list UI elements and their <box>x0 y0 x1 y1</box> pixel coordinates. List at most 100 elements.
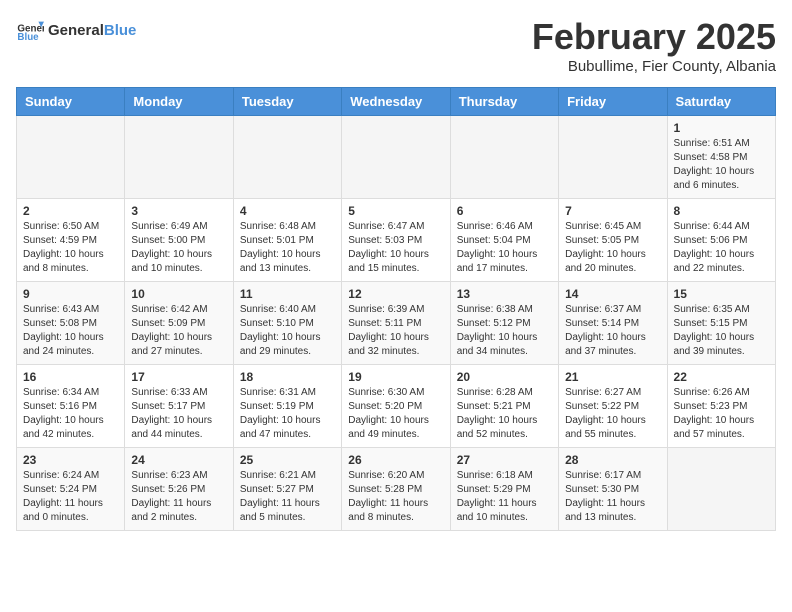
day-info: Sunrise: 6:17 AM Sunset: 5:30 PM Dayligh… <box>565 469 660 525</box>
day-number: 13 <box>457 287 552 301</box>
day-number: 9 <box>23 287 118 301</box>
calendar-cell: 2 Sunrise: 6:50 AM Sunset: 4:59 PM Daylig… <box>17 199 125 282</box>
day-number: 18 <box>240 370 335 384</box>
location-title: Bubullime, Fier County, Albania <box>532 58 776 75</box>
day-info: Sunrise: 6:30 AM Sunset: 5:20 PM Dayligh… <box>348 386 443 442</box>
day-number: 24 <box>131 453 226 467</box>
weekday-header-friday: Friday <box>559 88 667 116</box>
day-number: 6 <box>457 204 552 218</box>
day-info: Sunrise: 6:21 AM Sunset: 5:27 PM Dayligh… <box>240 469 335 525</box>
day-info: Sunrise: 6:35 AM Sunset: 5:15 PM Dayligh… <box>674 303 769 359</box>
day-info: Sunrise: 6:40 AM Sunset: 5:10 PM Dayligh… <box>240 303 335 359</box>
month-title: February 2025 <box>532 16 776 58</box>
calendar-cell: 10Sunrise: 6:42 AM Sunset: 5:09 PM Dayli… <box>125 282 233 365</box>
logo: General Blue General Blue <box>16 16 136 44</box>
weekday-header-thursday: Thursday <box>450 88 558 116</box>
calendar-cell: 27 Sunrise: 6:18 AM Sunset: 5:29 PM Dayli… <box>450 448 558 531</box>
day-number: 11 <box>240 287 335 301</box>
day-info: Sunrise: 6:18 AM Sunset: 5:29 PM Dayligh… <box>457 469 552 525</box>
calendar-cell <box>125 116 233 199</box>
day-number: 14 <box>565 287 660 301</box>
day-info: Sunrise: 6:48 AM Sunset: 5:01 PM Dayligh… <box>240 220 335 276</box>
day-info: Sunrise: 6:31 AM Sunset: 5:19 PM Dayligh… <box>240 386 335 442</box>
weekday-header-monday: Monday <box>125 88 233 116</box>
week-row-5: 23 Sunrise: 6:24 AM Sunset: 5:24 PM Dayli… <box>17 448 776 531</box>
day-info: Sunrise: 6:50 AM Sunset: 4:59 PM Dayligh… <box>23 220 118 276</box>
day-info: Sunrise: 6:37 AM Sunset: 5:14 PM Dayligh… <box>565 303 660 359</box>
calendar-cell: 19 Sunrise: 6:30 AM Sunset: 5:20 PM Dayli… <box>342 365 450 448</box>
calendar-cell: 21 Sunrise: 6:27 AM Sunset: 5:22 PM Dayli… <box>559 365 667 448</box>
calendar-cell: 8Sunrise: 6:44 AM Sunset: 5:06 PM Daylig… <box>667 199 775 282</box>
calendar-cell: 11 Sunrise: 6:40 AM Sunset: 5:10 PM Dayli… <box>233 282 341 365</box>
day-number: 26 <box>348 453 443 467</box>
day-number: 21 <box>565 370 660 384</box>
calendar-cell: 26 Sunrise: 6:20 AM Sunset: 5:28 PM Dayli… <box>342 448 450 531</box>
day-info: Sunrise: 6:33 AM Sunset: 5:17 PM Dayligh… <box>131 386 226 442</box>
calendar-cell: 7Sunrise: 6:45 AM Sunset: 5:05 PM Daylig… <box>559 199 667 282</box>
day-number: 4 <box>240 204 335 218</box>
day-number: 5 <box>348 204 443 218</box>
weekday-header-tuesday: Tuesday <box>233 88 341 116</box>
week-row-1: 1 Sunrise: 6:51 AM Sunset: 4:58 PM Daylig… <box>17 116 776 199</box>
day-info: Sunrise: 6:38 AM Sunset: 5:12 PM Dayligh… <box>457 303 552 359</box>
day-info: Sunrise: 6:44 AM Sunset: 5:06 PM Dayligh… <box>674 220 769 276</box>
week-row-2: 2 Sunrise: 6:50 AM Sunset: 4:59 PM Daylig… <box>17 199 776 282</box>
day-info: Sunrise: 6:28 AM Sunset: 5:21 PM Dayligh… <box>457 386 552 442</box>
day-info: Sunrise: 6:27 AM Sunset: 5:22 PM Dayligh… <box>565 386 660 442</box>
calendar-cell <box>667 448 775 531</box>
day-info: Sunrise: 6:34 AM Sunset: 5:16 PM Dayligh… <box>23 386 118 442</box>
page-header: General Blue General Blue February 2025 B… <box>16 16 776 75</box>
calendar-cell: 18 Sunrise: 6:31 AM Sunset: 5:19 PM Dayli… <box>233 365 341 448</box>
calendar-cell <box>450 116 558 199</box>
day-info: Sunrise: 6:51 AM Sunset: 4:58 PM Dayligh… <box>674 137 769 193</box>
calendar-cell <box>342 116 450 199</box>
day-info: Sunrise: 6:20 AM Sunset: 5:28 PM Dayligh… <box>348 469 443 525</box>
day-number: 23 <box>23 453 118 467</box>
day-number: 1 <box>674 121 769 135</box>
week-row-3: 9 Sunrise: 6:43 AM Sunset: 5:08 PM Daylig… <box>17 282 776 365</box>
day-info: Sunrise: 6:42 AM Sunset: 5:09 PM Dayligh… <box>131 303 226 359</box>
calendar-table: SundayMondayTuesdayWednesdayThursdayFrid… <box>16 87 776 531</box>
day-info: Sunrise: 6:46 AM Sunset: 5:04 PM Dayligh… <box>457 220 552 276</box>
svg-text:Blue: Blue <box>17 32 39 43</box>
day-number: 2 <box>23 204 118 218</box>
day-info: Sunrise: 6:43 AM Sunset: 5:08 PM Dayligh… <box>23 303 118 359</box>
logo-general: General <box>48 22 104 39</box>
day-number: 7 <box>565 204 660 218</box>
weekday-header-row: SundayMondayTuesdayWednesdayThursdayFrid… <box>17 88 776 116</box>
day-number: 15 <box>674 287 769 301</box>
day-number: 22 <box>674 370 769 384</box>
logo-icon: General Blue <box>16 16 44 44</box>
calendar-cell: 3 Sunrise: 6:49 AM Sunset: 5:00 PM Daylig… <box>125 199 233 282</box>
day-info: Sunrise: 6:24 AM Sunset: 5:24 PM Dayligh… <box>23 469 118 525</box>
calendar-cell <box>17 116 125 199</box>
day-number: 12 <box>348 287 443 301</box>
calendar-cell: 4 Sunrise: 6:48 AM Sunset: 5:01 PM Daylig… <box>233 199 341 282</box>
calendar-cell <box>559 116 667 199</box>
calendar-cell: 28 Sunrise: 6:17 AM Sunset: 5:30 PM Dayli… <box>559 448 667 531</box>
day-info: Sunrise: 6:49 AM Sunset: 5:00 PM Dayligh… <box>131 220 226 276</box>
day-number: 27 <box>457 453 552 467</box>
day-number: 19 <box>348 370 443 384</box>
week-row-4: 16 Sunrise: 6:34 AM Sunset: 5:16 PM Dayli… <box>17 365 776 448</box>
day-number: 17 <box>131 370 226 384</box>
day-number: 16 <box>23 370 118 384</box>
calendar-cell: 6 Sunrise: 6:46 AM Sunset: 5:04 PM Daylig… <box>450 199 558 282</box>
weekday-header-saturday: Saturday <box>667 88 775 116</box>
weekday-header-wednesday: Wednesday <box>342 88 450 116</box>
calendar-cell: 20 Sunrise: 6:28 AM Sunset: 5:21 PM Dayli… <box>450 365 558 448</box>
calendar-cell: 5Sunrise: 6:47 AM Sunset: 5:03 PM Daylig… <box>342 199 450 282</box>
calendar-cell: 1 Sunrise: 6:51 AM Sunset: 4:58 PM Daylig… <box>667 116 775 199</box>
weekday-header-sunday: Sunday <box>17 88 125 116</box>
day-number: 20 <box>457 370 552 384</box>
calendar-cell: 14 Sunrise: 6:37 AM Sunset: 5:14 PM Dayli… <box>559 282 667 365</box>
calendar-cell: 12 Sunrise: 6:39 AM Sunset: 5:11 PM Dayli… <box>342 282 450 365</box>
day-number: 3 <box>131 204 226 218</box>
title-block: February 2025 Bubullime, Fier County, Al… <box>532 16 776 75</box>
day-info: Sunrise: 6:39 AM Sunset: 5:11 PM Dayligh… <box>348 303 443 359</box>
day-number: 28 <box>565 453 660 467</box>
calendar-cell: 22Sunrise: 6:26 AM Sunset: 5:23 PM Dayli… <box>667 365 775 448</box>
calendar-cell: 13 Sunrise: 6:38 AM Sunset: 5:12 PM Dayli… <box>450 282 558 365</box>
day-number: 25 <box>240 453 335 467</box>
calendar-cell: 9 Sunrise: 6:43 AM Sunset: 5:08 PM Daylig… <box>17 282 125 365</box>
